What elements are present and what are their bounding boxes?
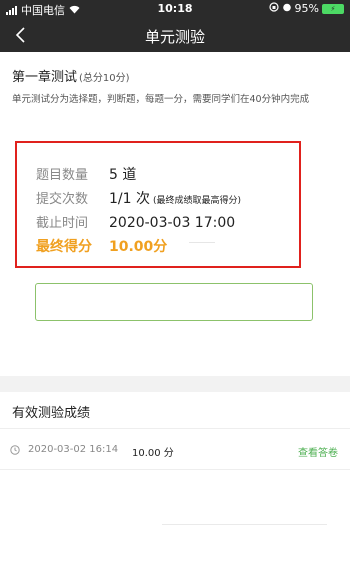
final-score-value: 10.00分 [109,239,168,255]
question-count-row: 题目数量 5 道 [36,164,136,184]
alarm-icon [282,2,292,15]
submit-count-label: 提交次数 [36,192,89,207]
faint-divider [189,242,215,243]
view-answer-link[interactable]: 查看答卷 [298,444,338,459]
battery-percent: 95% [294,2,319,15]
battery-icon: ⚡ [322,3,344,14]
action-button[interactable] [35,283,313,321]
final-score-label: 最终得分 [36,239,92,255]
status-bar: 中国电信 10:18 95% ⚡ [0,0,350,18]
row-divider [0,469,350,470]
result-time: 2020-03-02 16:14 [28,444,119,455]
status-right: 95% ⚡ [268,2,344,15]
nav-bar: 单元测验 [0,18,350,52]
result-row: 2020-03-02 16:14 10.00 分 查看答卷 [0,431,350,469]
chapter-total-score: (总分10分) [79,73,130,84]
lock-rotation-icon [268,2,279,15]
final-score-row: 最终得分 10.00分 [36,236,167,256]
chapter-title: 第一章测试 (总分10分) [12,66,130,85]
section-separator [0,376,350,392]
chapter-description: 单元测试分为选择题，判断题，每题一分，需要同学们在40分钟内完成 [12,94,310,105]
question-count-value: 5 道 [109,167,137,183]
chapter-name: 第一章测试 [12,70,78,85]
page-title: 单元测验 [144,28,205,46]
results-title: 有效测验成绩 [12,406,91,421]
deadline-value: 2020-03-03 17:00 [109,215,236,231]
results-divider [0,428,350,429]
submit-count-row: 提交次数 1/1 次 (最终成绩取最高得分) [36,188,241,208]
clock-icon [10,445,20,455]
result-score: 10.00 分 [132,448,174,459]
test-info-box: 题目数量 5 道 提交次数 1/1 次 (最终成绩取最高得分) 截止时间 202… [15,141,301,268]
deadline-row: 截止时间 2020-03-03 17:00 [36,212,235,231]
deadline-label: 截止时间 [36,216,89,231]
bottom-divider [162,524,327,525]
submit-count-note: (最终成绩取最高得分) [152,196,242,206]
question-count-label: 题目数量 [36,168,89,183]
submit-count-value: 1/1 次 [109,191,150,207]
